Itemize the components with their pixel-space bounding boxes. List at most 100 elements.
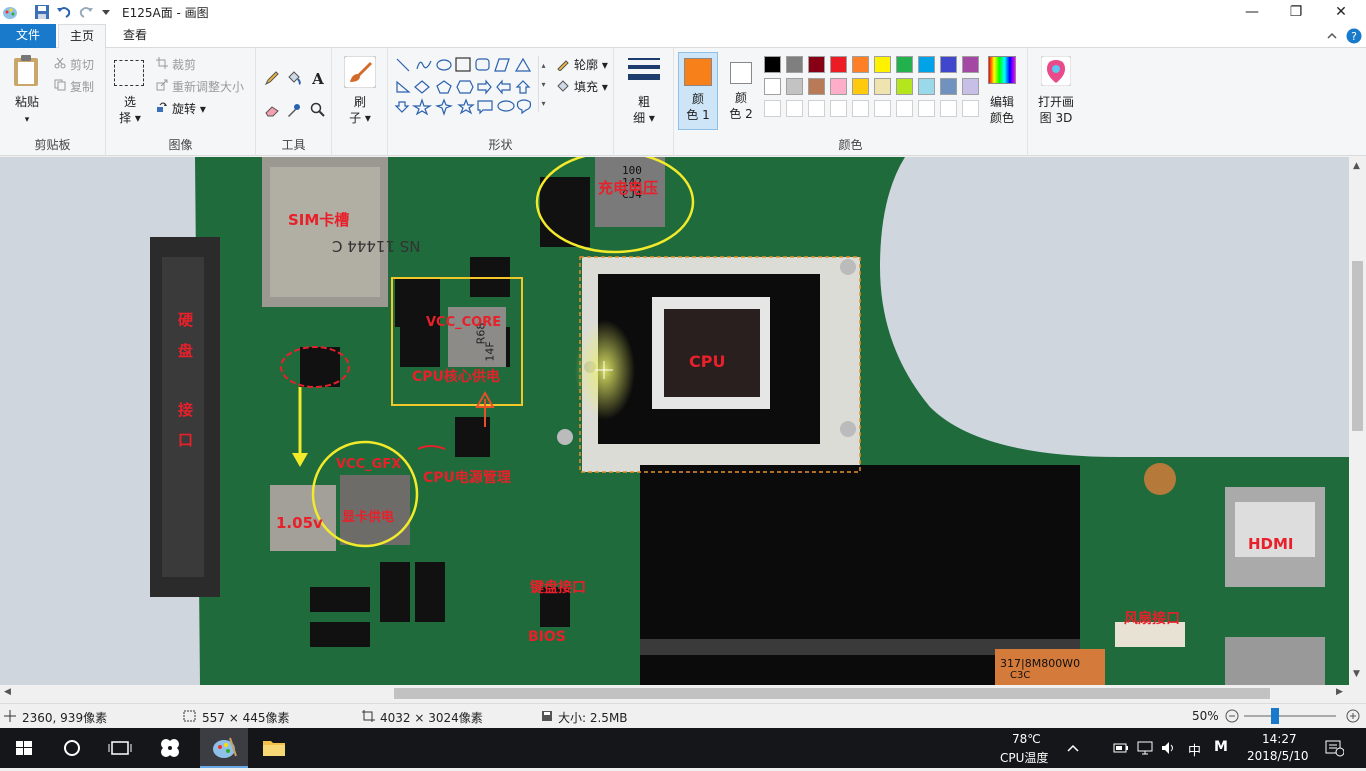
scroll-left-icon[interactable]: ◀ bbox=[4, 687, 11, 697]
palette-swatch[interactable] bbox=[874, 78, 891, 95]
open-paint3d-button[interactable]: 打开画图 3D bbox=[1030, 94, 1082, 126]
color-picker-icon[interactable] bbox=[286, 102, 302, 118]
pencil-icon[interactable] bbox=[264, 70, 280, 86]
palette-swatch[interactable] bbox=[808, 56, 825, 73]
canvas-area[interactable]: 100 142 CJ4 NS 11444 C R68 14F 317|8M800W0… bbox=[0, 157, 1349, 685]
close-button[interactable]: ✕ bbox=[1318, 0, 1364, 24]
edit-colors-icon[interactable] bbox=[988, 56, 1016, 84]
vertical-scroll-thumb[interactable] bbox=[1352, 261, 1363, 431]
pinwheel-app-icon[interactable] bbox=[146, 728, 194, 768]
maximize-button[interactable]: ❐ bbox=[1273, 0, 1319, 24]
fill-bucket-icon[interactable] bbox=[286, 70, 302, 86]
crop-button[interactable]: 裁剪 bbox=[172, 56, 196, 73]
custom-color-slot[interactable] bbox=[962, 100, 979, 117]
palette-swatch[interactable] bbox=[940, 78, 957, 95]
scroll-down-icon[interactable]: ▼ bbox=[1353, 669, 1360, 679]
palette-swatch[interactable] bbox=[962, 56, 979, 73]
save-icon[interactable] bbox=[34, 4, 50, 20]
custom-color-slot[interactable] bbox=[852, 100, 869, 117]
shapes-scroll[interactable]: ▴ ▾ ▾ bbox=[538, 56, 548, 112]
select-button[interactable]: 选择 ▾ bbox=[114, 94, 146, 126]
magnifier-icon[interactable] bbox=[310, 102, 326, 118]
paint-taskbar-button[interactable] bbox=[200, 728, 248, 768]
size-button[interactable]: 粗细 ▾ bbox=[626, 94, 662, 126]
palette-swatch[interactable] bbox=[786, 78, 803, 95]
palette-swatch[interactable] bbox=[830, 78, 847, 95]
edit-colors-button[interactable]: 编辑 颜色 bbox=[982, 94, 1022, 126]
copy-button[interactable]: 复制 bbox=[70, 78, 94, 95]
custom-color-slot[interactable] bbox=[940, 100, 957, 117]
tab-view[interactable]: 查看 bbox=[110, 24, 160, 48]
palette-swatch[interactable] bbox=[764, 78, 781, 95]
zoom-out-icon[interactable] bbox=[1225, 709, 1239, 723]
notification-icon[interactable] bbox=[1324, 739, 1344, 757]
collapse-ribbon-icon[interactable] bbox=[1326, 30, 1338, 42]
network-icon[interactable] bbox=[1137, 740, 1153, 756]
redo-icon[interactable] bbox=[78, 4, 94, 20]
custom-color-slot[interactable] bbox=[874, 100, 891, 117]
horizontal-scrollbar[interactable]: ◀ ▶ bbox=[0, 685, 1349, 702]
palette-swatch[interactable] bbox=[786, 56, 803, 73]
custom-color-slot[interactable] bbox=[896, 100, 913, 117]
paint3d-icon[interactable] bbox=[1041, 56, 1071, 86]
palette-swatch[interactable] bbox=[808, 78, 825, 95]
outline-button[interactable]: 轮廓 ▾ bbox=[574, 56, 608, 73]
brushes-button[interactable]: 刷子 ▾ bbox=[342, 94, 378, 126]
custom-color-slot[interactable] bbox=[764, 100, 781, 117]
palette-swatch[interactable] bbox=[896, 56, 913, 73]
palette-swatch[interactable] bbox=[852, 78, 869, 95]
windows-start-icon[interactable] bbox=[0, 728, 48, 768]
tab-file[interactable]: 文件 bbox=[0, 24, 56, 48]
custom-color-slot[interactable] bbox=[808, 100, 825, 117]
power-icon[interactable] bbox=[1113, 740, 1129, 756]
cut-button[interactable]: 剪切 bbox=[70, 56, 94, 73]
brush-icon[interactable] bbox=[344, 56, 376, 88]
resize-button[interactable]: 重新调整大小 bbox=[172, 78, 244, 95]
palette-swatch[interactable] bbox=[962, 78, 979, 95]
paste-icon[interactable] bbox=[12, 54, 42, 88]
palette-swatch[interactable] bbox=[764, 56, 781, 73]
palette-swatch[interactable] bbox=[896, 78, 913, 95]
zoom-in-icon[interactable] bbox=[1346, 709, 1360, 723]
eraser-icon[interactable] bbox=[264, 102, 280, 118]
horizontal-scroll-thumb[interactable] bbox=[394, 688, 1270, 699]
palette-swatch[interactable] bbox=[852, 56, 869, 73]
zoom-slider-thumb[interactable] bbox=[1270, 708, 1279, 724]
rotate-button[interactable]: 旋转 ▾ bbox=[172, 100, 206, 117]
clock-time[interactable]: 14:27 bbox=[1262, 732, 1297, 746]
custom-color-slot[interactable] bbox=[830, 100, 847, 117]
clock-date[interactable]: 2018/5/10 bbox=[1247, 749, 1309, 763]
palette-swatch[interactable] bbox=[874, 56, 891, 73]
paste-button[interactable]: 粘贴 ▾ bbox=[6, 94, 48, 128]
vertical-scrollbar[interactable]: ▲ ▼ bbox=[1349, 157, 1366, 685]
tray-expand-icon[interactable] bbox=[1066, 741, 1080, 755]
color2-button[interactable]: 颜色 2 bbox=[722, 52, 762, 130]
minimize-button[interactable]: — bbox=[1229, 0, 1275, 24]
text-tool-icon[interactable]: A bbox=[310, 70, 326, 86]
undo-icon[interactable] bbox=[56, 4, 72, 20]
zoom-slider-track[interactable] bbox=[1244, 715, 1336, 717]
tab-home[interactable]: 主页 bbox=[58, 24, 106, 49]
custom-color-slot[interactable] bbox=[786, 100, 803, 117]
size-icon[interactable] bbox=[628, 56, 660, 86]
customize-toolbar-icon[interactable] bbox=[98, 4, 114, 20]
fill-button[interactable]: 填充 ▾ bbox=[574, 78, 608, 95]
select-icon[interactable] bbox=[114, 60, 144, 86]
palette-swatch[interactable] bbox=[918, 56, 935, 73]
palette-swatch[interactable] bbox=[918, 78, 935, 95]
volume-icon[interactable] bbox=[1160, 740, 1176, 756]
palette-swatch[interactable] bbox=[940, 56, 957, 73]
shapes-gallery[interactable] bbox=[394, 56, 544, 116]
file-explorer-icon[interactable] bbox=[250, 728, 298, 768]
ime-indicator[interactable]: M bbox=[1214, 739, 1228, 755]
palette-swatch[interactable] bbox=[830, 56, 847, 73]
color1-button[interactable]: 颜色 1 bbox=[678, 52, 718, 130]
scroll-up-icon[interactable]: ▲ bbox=[1353, 161, 1360, 171]
ime-mode[interactable]: 中 bbox=[1188, 740, 1201, 759]
cortana-icon[interactable] bbox=[48, 728, 96, 768]
task-view-icon[interactable] bbox=[96, 728, 144, 768]
help-icon[interactable]: ? bbox=[1346, 28, 1362, 44]
scroll-right-icon[interactable]: ▶ bbox=[1336, 687, 1343, 697]
paint-app-icon[interactable] bbox=[2, 4, 18, 20]
custom-color-slot[interactable] bbox=[918, 100, 935, 117]
